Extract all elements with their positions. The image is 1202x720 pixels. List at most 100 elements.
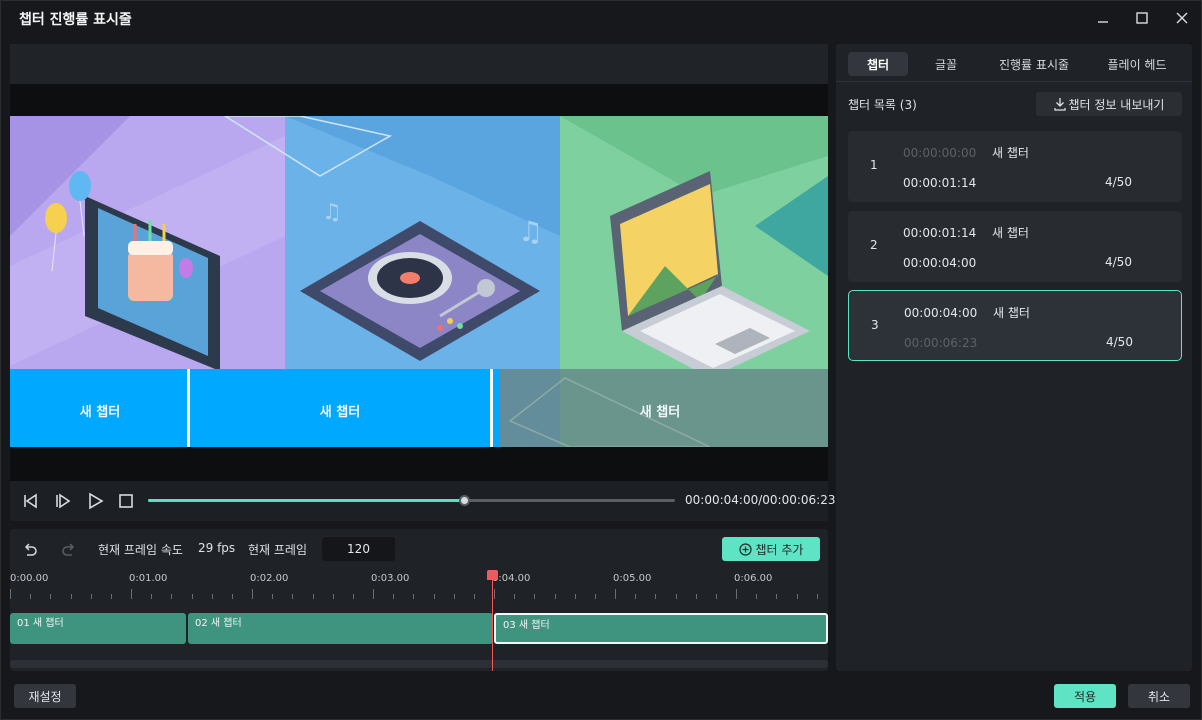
video-preview[interactable]: ♫ ♫ 새 챕터 새 챕터 새 챕터 xyxy=(10,116,828,447)
plus-circle-icon xyxy=(738,542,752,556)
chapter-clip[interactable]: 01 새 챕터 xyxy=(10,613,186,644)
stop-icon xyxy=(119,494,133,508)
chapter-number: 3 xyxy=(871,318,879,332)
close-icon xyxy=(1176,12,1188,24)
tab-font[interactable]: 글꼴 xyxy=(916,52,976,76)
chapter-name[interactable]: 새 챕터 xyxy=(992,144,1029,161)
chapter-number: 1 xyxy=(870,158,878,172)
settings-panel: 챕터 글꼴 진행률 표시줄 플레이 헤드 챕터 목록 (3) 챕터 정보 내보내… xyxy=(836,44,1192,671)
timeline-ruler[interactable]: 0:00.00 0:01.00 0:02.00 0:03.00 0:04.00 … xyxy=(10,569,828,603)
ruler-tick xyxy=(232,594,233,599)
ruler-tick xyxy=(756,594,757,599)
playhead-handle[interactable] xyxy=(487,570,498,580)
ruler-label: 0:06.00 xyxy=(734,573,773,584)
tab-playhead[interactable]: 플레이 헤드 xyxy=(1092,52,1182,76)
ruler-tick xyxy=(514,594,515,599)
play-icon xyxy=(89,492,104,510)
progress-fill xyxy=(148,499,465,502)
ruler-tick xyxy=(292,594,293,599)
ruler-tick xyxy=(212,594,213,599)
undo-icon xyxy=(24,543,37,556)
chapter-clip-selected[interactable]: 03 새 챕터 xyxy=(494,613,828,644)
cancel-button[interactable]: 취소 xyxy=(1128,684,1190,708)
next-frame-button[interactable] xyxy=(53,492,71,510)
ruler-tick xyxy=(30,594,31,599)
chapter-name[interactable]: 새 챕터 xyxy=(992,224,1029,241)
svg-text:♫: ♫ xyxy=(322,200,342,225)
current-frame-input[interactable]: 120 xyxy=(322,537,395,561)
reset-button[interactable]: 재설정 xyxy=(14,684,76,708)
chapter-char-count: 4/50 xyxy=(1105,175,1132,189)
export-chapter-info-button[interactable]: 챕터 정보 내보내기 xyxy=(1036,92,1182,116)
svg-text:♫: ♫ xyxy=(518,215,543,248)
ruler-tick xyxy=(474,594,475,599)
ruler-tick xyxy=(797,594,798,599)
chapter-bar-label-2: 새 챕터 xyxy=(319,405,361,420)
preview-panel: ♫ ♫ 새 챕터 새 챕터 새 챕터 00:00:04:00/00:00:06:… xyxy=(10,44,835,521)
chapter-track: 01 새 챕터 02 새 챕터 03 새 챕터 xyxy=(10,611,828,645)
chapter-clip[interactable]: 02 새 챕터 xyxy=(188,613,493,644)
chapter-card-selected[interactable]: 3 00:00:04:00 00:00:06:23 새 챕터 4/50 xyxy=(848,290,1182,361)
ruler-tick xyxy=(454,594,455,599)
undo-button[interactable] xyxy=(21,540,39,562)
play-button[interactable] xyxy=(86,492,104,510)
preview-illustration: ♫ ♫ xyxy=(10,116,828,447)
chapter-start-time[interactable]: 00:00:01:14 xyxy=(903,226,976,240)
ruler-tick xyxy=(171,594,172,599)
close-button[interactable] xyxy=(1168,7,1196,29)
maximize-icon xyxy=(1136,12,1148,24)
ruler-tick xyxy=(696,594,697,599)
ruler-tick xyxy=(50,594,51,599)
ruler-tick xyxy=(555,594,556,599)
ruler-label: 0:05.00 xyxy=(613,573,652,584)
playback-timecode: 00:00:04:00/00:00:06:23 xyxy=(685,493,836,507)
step-back-icon xyxy=(24,493,37,509)
chapter-card[interactable]: 1 00:00:00:00 00:00:01:14 새 챕터 4/50 xyxy=(848,131,1182,202)
ruler-tick xyxy=(534,594,535,599)
progress-knob[interactable] xyxy=(459,495,471,506)
redo-button[interactable] xyxy=(60,540,78,562)
ruler-tick xyxy=(91,594,92,599)
ruler-tick xyxy=(373,589,374,599)
export-label: 챕터 정보 내보내기 xyxy=(1068,97,1165,112)
apply-button[interactable]: 적용 xyxy=(1054,684,1116,708)
playback-progress-slider[interactable] xyxy=(148,495,675,506)
window-title: 챕터 진행률 표시줄 xyxy=(19,12,132,28)
ruler-label: 0:01.00 xyxy=(129,573,168,584)
chapter-card[interactable]: 2 00:00:01:14 00:00:04:00 새 챕터 4/50 xyxy=(848,211,1182,282)
playhead-line[interactable] xyxy=(492,570,493,671)
ruler-label: 0:03.00 xyxy=(371,573,410,584)
step-forward-icon xyxy=(56,493,71,509)
chapter-end-time[interactable]: 00:00:06:23 xyxy=(904,336,977,350)
chapter-start-time[interactable]: 00:00:00:00 xyxy=(903,146,976,160)
chapter-start-time[interactable]: 00:00:04:00 xyxy=(904,306,977,320)
stop-button[interactable] xyxy=(117,492,135,510)
chapter-end-time[interactable]: 00:00:01:14 xyxy=(903,176,976,190)
prev-frame-button[interactable] xyxy=(21,492,39,510)
ruler-tick xyxy=(413,594,414,599)
chapter-char-count: 4/50 xyxy=(1106,335,1133,349)
ruler-tick xyxy=(353,594,354,599)
maximize-button[interactable] xyxy=(1128,7,1156,29)
timeline-scrollbar[interactable] xyxy=(10,660,828,668)
minimize-button[interactable] xyxy=(1089,7,1117,29)
chapter-name[interactable]: 새 챕터 xyxy=(993,304,1030,321)
ruler-tick xyxy=(575,594,576,599)
chapter-list-title: 챕터 목록 (3) xyxy=(848,98,917,112)
chapter-end-time[interactable]: 00:00:04:00 xyxy=(903,256,976,270)
download-icon xyxy=(1053,98,1066,111)
letterbox-bottom xyxy=(10,447,828,481)
ruler-label: 0:00.00 xyxy=(10,573,49,584)
ruler-tick xyxy=(111,594,112,599)
tab-progress-bar[interactable]: 진행률 표시줄 xyxy=(984,52,1084,76)
title-bar: 챕터 진행률 표시줄 xyxy=(1,1,1202,35)
clip-label: 03 새 챕터 xyxy=(503,620,550,631)
add-chapter-button[interactable]: 챕터 추가 xyxy=(722,537,820,561)
ruler-tick xyxy=(131,589,132,599)
dialog-window: 챕터 진행률 표시줄 ♫ ♫ 새 챕터 새 챕터 새 챕터 00:00:04:0… xyxy=(0,0,1202,720)
frame-rate-value: 29 fps xyxy=(198,541,236,555)
ruler-tick xyxy=(655,594,656,599)
add-chapter-label: 챕터 추가 xyxy=(755,542,804,557)
ruler-tick xyxy=(494,589,495,599)
tab-chapter[interactable]: 챕터 xyxy=(848,52,908,76)
